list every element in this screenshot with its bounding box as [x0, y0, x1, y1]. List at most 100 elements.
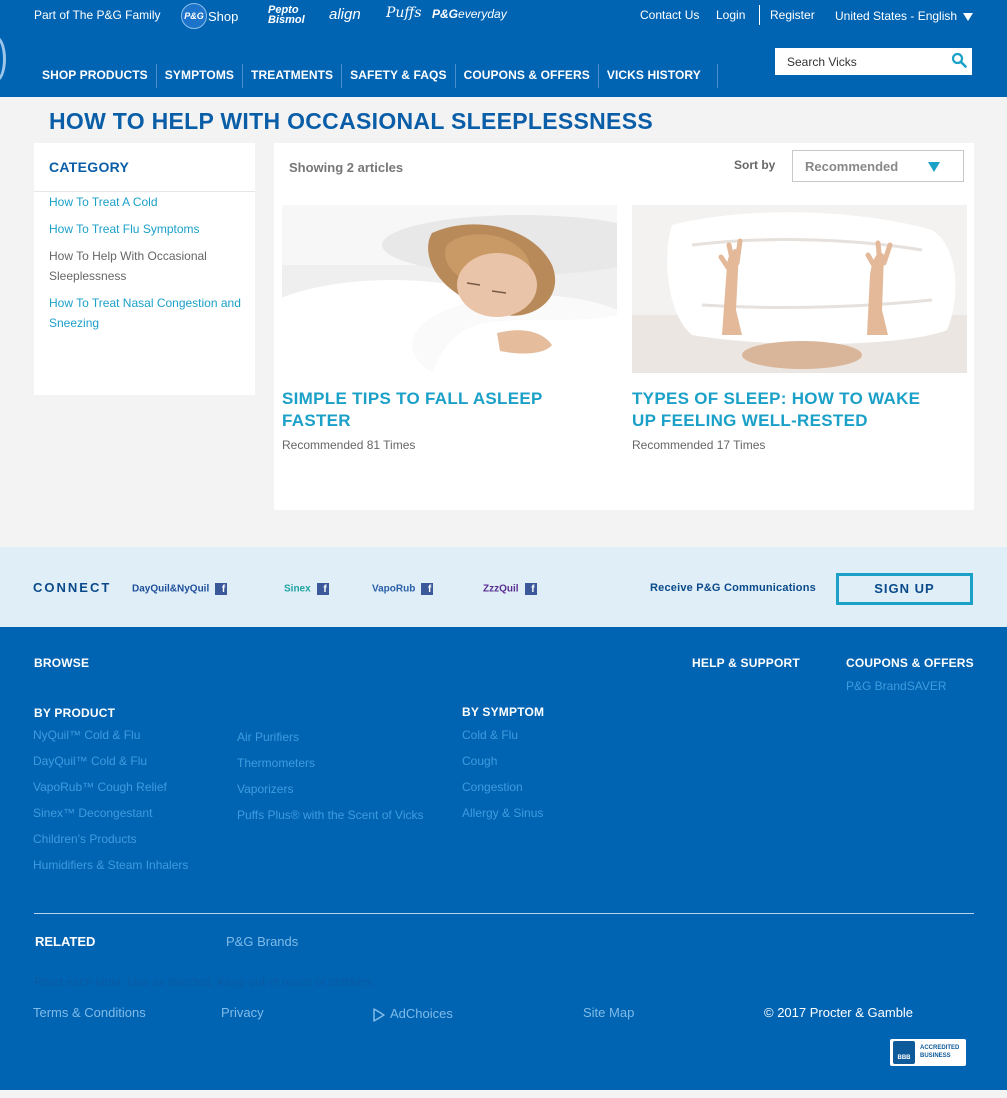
connect-label: CONNECT — [33, 580, 112, 595]
article-image-woman-sleeping[interactable] — [282, 205, 617, 373]
bbb-accredited-text: ACCREDITED BUSINESS — [920, 1044, 959, 1060]
category-link-flu[interactable]: How To Treat Flu Symptoms — [49, 219, 249, 239]
vaporub-logo: VapoRub — [372, 583, 416, 595]
search-input[interactable] — [775, 48, 945, 75]
page-title: HOW TO HELP WITH OCCASIONAL SLEEPLESSNES… — [49, 108, 653, 134]
locale-label: United States - English — [835, 9, 958, 23]
footer-link-cough[interactable]: Cough — [462, 754, 497, 768]
nav-treatments[interactable]: TREATMENTS — [243, 64, 343, 88]
footer-link-humidifiers[interactable]: Humidifiers & Steam Inhalers — [33, 858, 188, 872]
sort-dropdown[interactable]: Recommended — [792, 150, 964, 182]
connect-band: CONNECT DayQuil&NyQuil f Sinex f VapoRub f … — [0, 547, 1007, 627]
adchoices-icon — [373, 1007, 385, 1022]
category-link-nasal-congestion[interactable]: How To Treat Nasal Congestion and Sneezi… — [49, 293, 249, 333]
social-sinex[interactable]: Sinex f — [284, 583, 329, 595]
browse-heading: BROWSE — [34, 656, 90, 670]
footer-link-vaporizers[interactable]: Vaporizers — [237, 782, 293, 796]
nav-safety-faqs[interactable]: SAFETY & FAQS — [342, 64, 456, 88]
social-vaporub[interactable]: VapoRub f — [372, 583, 434, 595]
nav-coupons-offers[interactable]: COUPONS & OFFERS — [456, 64, 599, 88]
pgshop-mark: P&G — [181, 3, 207, 29]
help-support-link[interactable]: HELP & SUPPORT — [692, 656, 800, 670]
terms-conditions-link[interactable]: Terms & Conditions — [33, 1005, 146, 1020]
pepto-bismol-logo[interactable]: Pepto Bismol — [268, 5, 305, 26]
pg-everyday-logo[interactable]: P&Geveryday — [432, 7, 507, 21]
bbb-line1: ACCREDITED — [920, 1045, 960, 1051]
related-heading: RELATED — [35, 934, 96, 949]
pgshop-word: Shop — [208, 8, 239, 24]
footer-link-sinex[interactable]: Sinex™ Decongestant — [33, 806, 152, 820]
footer-link-puffs-plus[interactable]: Puffs Plus® with the Scent of Vicks — [237, 808, 424, 822]
caret-down-icon — [963, 12, 974, 21]
receive-communications-label: Receive P&G Communications — [650, 582, 816, 594]
pg-everyday-mark: P&G — [432, 7, 459, 21]
footer-link-nyquil[interactable]: NyQuil™ Cold & Flu — [33, 728, 140, 742]
vicks-logo-edge[interactable] — [0, 36, 6, 82]
facebook-icon[interactable]: f — [524, 583, 537, 595]
facebook-icon[interactable]: f — [421, 583, 434, 595]
bbb-logo: BBB — [893, 1041, 915, 1064]
site-header: Part of The P&G Family P&G Shop Pepto Bis… — [0, 0, 1007, 97]
facebook-icon[interactable]: f — [316, 583, 329, 595]
privacy-link[interactable]: Privacy — [221, 1005, 264, 1020]
sign-up-button[interactable]: SIGN UP — [836, 573, 973, 605]
contact-us-link[interactable]: Contact Us — [640, 8, 699, 22]
footer-link-congestion[interactable]: Congestion — [462, 780, 523, 794]
copyright-text: © 2017 Procter & Gamble — [764, 1005, 914, 1020]
pepto-line2: Bismol — [268, 14, 305, 26]
footer-divider — [34, 913, 974, 914]
articles-panel: Showing 2 articles Sort by Recommended S… — [274, 143, 974, 510]
article-count: Showing 2 articles — [289, 160, 404, 175]
brandsaver-link[interactable]: P&G BrandSAVER — [846, 679, 947, 693]
bbb-line2: BUSINESS — [920, 1053, 951, 1059]
sinex-logo: Sinex — [284, 583, 311, 595]
article-title[interactable]: TYPES OF SLEEP: HOW TO WAKE UP FEELING W… — [632, 388, 932, 432]
pg-family-label: Part of The P&G Family — [34, 8, 161, 22]
footer-link-thermometers[interactable]: Thermometers — [237, 756, 315, 770]
top-links-divider — [759, 5, 760, 25]
article-card[interactable]: SIMPLE TIPS TO FALL ASLEEP FASTER Recomm… — [282, 205, 617, 452]
site-map-link[interactable]: Site Map — [583, 1005, 634, 1020]
nav-shop-products[interactable]: SHOP PRODUCTS — [34, 64, 157, 88]
footer-link-vaporub[interactable]: VapoRub™ Cough Relief — [33, 780, 167, 794]
login-link[interactable]: Login — [716, 8, 745, 22]
footer-link-allergy-sinus[interactable]: Allergy & Sinus — [462, 806, 543, 820]
search-icon[interactable] — [951, 52, 967, 68]
article-recommend-count: Recommended 81 Times — [282, 438, 416, 452]
zzzquil-logo: ZzzQuil — [483, 583, 519, 595]
article-title[interactable]: SIMPLE TIPS TO FALL ASLEEP FASTER — [282, 388, 582, 432]
pgshop-logo[interactable]: P&G Shop — [181, 3, 238, 29]
register-link[interactable]: Register — [770, 8, 815, 22]
bbb-accredited-badge[interactable]: BBB ACCREDITED BUSINESS — [890, 1039, 966, 1066]
label-disclaimer: Read each label. Use as directed. Keep o… — [34, 975, 375, 989]
site-footer: BROWSE HELP & SUPPORT COUPONS & OFFERS P… — [0, 627, 1007, 1090]
article-recommend-count: Recommended 17 Times — [632, 438, 766, 452]
category-sidebar: CATEGORY How To Treat A Cold How To Trea… — [34, 143, 255, 395]
category-link-cold[interactable]: How To Treat A Cold — [49, 192, 249, 212]
pg-brands-link[interactable]: P&G Brands — [226, 934, 298, 949]
nav-symptoms[interactable]: SYMPTOMS — [157, 64, 244, 88]
footer-link-air-purifiers[interactable]: Air Purifiers — [237, 730, 299, 744]
nav-vicks-history[interactable]: VICKS HISTORY — [599, 64, 718, 88]
by-product-heading: BY PRODUCT — [34, 706, 116, 720]
category-link-sleeplessness[interactable]: How To Help With Occasional Sleeplessnes… — [49, 246, 249, 286]
chevron-down-icon — [928, 162, 940, 172]
puffs-logo[interactable]: Puffs — [386, 5, 422, 21]
article-card[interactable]: TYPES OF SLEEP: HOW TO WAKE UP FEELING W… — [632, 205, 967, 452]
social-dayquil-nyquil[interactable]: DayQuil&NyQuil f — [132, 583, 228, 595]
footer-link-childrens[interactable]: Children's Products — [33, 832, 137, 846]
sort-value: Recommended — [805, 159, 899, 174]
locale-selector[interactable]: United States - English — [835, 9, 974, 23]
adchoices-label: AdChoices — [390, 1006, 453, 1021]
footer-link-cold-flu[interactable]: Cold & Flu — [462, 728, 518, 742]
social-zzzquil[interactable]: ZzzQuil f — [483, 583, 537, 595]
adchoices-link[interactable]: AdChoices — [372, 1006, 453, 1022]
sort-label: Sort by — [734, 158, 776, 172]
category-heading: CATEGORY — [49, 159, 130, 175]
coupons-offers-link[interactable]: COUPONS & OFFERS — [846, 656, 974, 670]
footer-link-dayquil[interactable]: DayQuil™ Cold & Flu — [33, 754, 147, 768]
facebook-icon[interactable]: f — [215, 583, 228, 595]
dayquil-nyquil-logo: DayQuil&NyQuil — [132, 583, 210, 595]
article-image-hands-on-pillow[interactable] — [632, 205, 967, 373]
align-logo[interactable]: align — [329, 6, 361, 23]
